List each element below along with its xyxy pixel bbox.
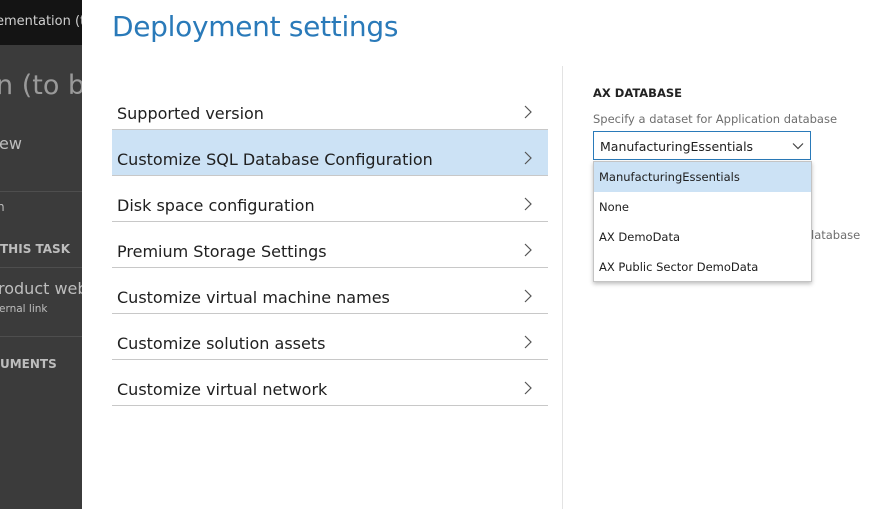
chevron-right-icon xyxy=(524,197,532,211)
menu-item-premium-storage[interactable]: Premium Storage Settings xyxy=(112,222,548,268)
background-title: n (to be xyxy=(0,70,82,101)
background-link: roduct web xyxy=(0,279,82,298)
background-section: UMENTS xyxy=(0,357,57,371)
background-divider xyxy=(0,191,82,192)
dataset-select[interactable]: ManufacturingEssentials xyxy=(593,131,811,160)
obscured-field-hint: latabase xyxy=(811,228,861,242)
menu-item-label: Customize SQL Database Configuration xyxy=(117,150,433,169)
menu-item-label: Disk space configuration xyxy=(117,196,315,215)
chevron-right-icon xyxy=(524,289,532,303)
background-item: ew xyxy=(0,134,22,153)
chevron-right-icon xyxy=(524,151,532,165)
chevron-right-icon xyxy=(524,381,532,395)
chevron-right-icon xyxy=(524,105,532,119)
select-value: ManufacturingEssentials xyxy=(600,139,754,154)
background-header: ementation (to xyxy=(0,0,82,45)
dataset-dropdown-list: ManufacturingEssentials None AX DemoData… xyxy=(593,161,812,282)
chevron-down-icon xyxy=(792,143,804,150)
field-hint: Specify a dataset for Application databa… xyxy=(593,112,838,126)
dropdown-option[interactable]: AX Public Sector DemoData xyxy=(594,252,811,282)
background-item: n xyxy=(0,200,5,214)
menu-item-label: Premium Storage Settings xyxy=(117,242,327,261)
menu-item-label: Customize solution assets xyxy=(117,334,326,353)
section-title: AX DATABASE xyxy=(593,86,682,100)
menu-item-solution-assets[interactable]: Customize solution assets xyxy=(112,314,548,360)
background-link-sub: ernal link xyxy=(0,303,48,315)
menu-item-label: Supported version xyxy=(117,104,264,123)
background-divider xyxy=(0,267,82,268)
dropdown-option[interactable]: ManufacturingEssentials xyxy=(594,162,811,192)
menu-item-supported-version[interactable]: Supported version xyxy=(112,84,548,130)
background-divider xyxy=(0,336,82,337)
settings-menu: Supported version Customize SQL Database… xyxy=(112,84,548,406)
menu-item-label: Customize virtual machine names xyxy=(117,288,390,307)
background-app: ementation (to n (to be ew n THIS TASK r… xyxy=(0,0,82,509)
chevron-right-icon xyxy=(524,243,532,257)
dropdown-option[interactable]: None xyxy=(594,192,811,222)
menu-item-disk-space[interactable]: Disk space configuration xyxy=(112,176,548,222)
deployment-settings-panel: Deployment settings Supported version Cu… xyxy=(82,0,884,509)
menu-item-customize-sql-database[interactable]: Customize SQL Database Configuration xyxy=(112,130,548,176)
menu-item-virtual-network[interactable]: Customize virtual network xyxy=(112,360,548,406)
panel-title: Deployment settings xyxy=(112,10,399,43)
chevron-right-icon xyxy=(524,335,532,349)
menu-item-label: Customize virtual network xyxy=(117,380,328,399)
panel-divider xyxy=(562,66,563,509)
background-section: THIS TASK xyxy=(0,242,70,256)
dropdown-option[interactable]: AX DemoData xyxy=(594,222,811,252)
menu-item-vm-names[interactable]: Customize virtual machine names xyxy=(112,268,548,314)
